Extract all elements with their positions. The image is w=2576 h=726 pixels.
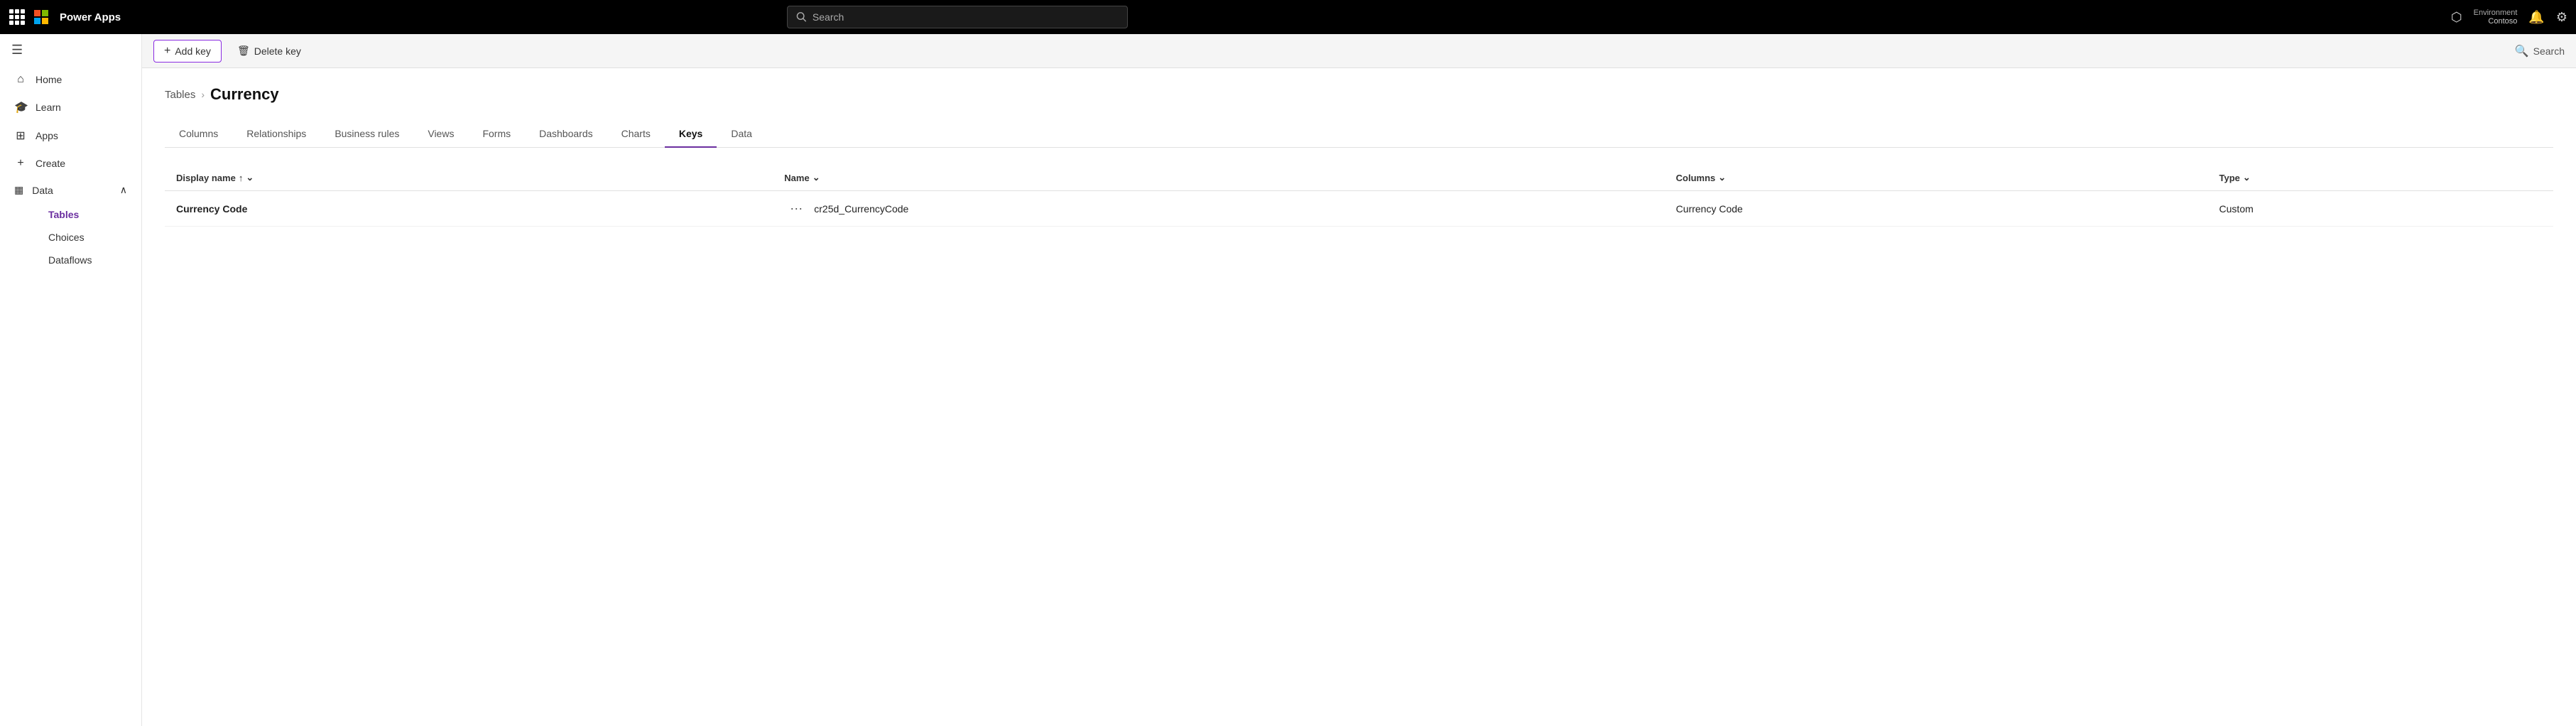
sidebar-item-choices[interactable]: Choices: [37, 226, 141, 249]
main-layout: ☰ ⌂ Home 🎓 Learn ⊞ Apps + Create ▦ Data …: [0, 34, 2576, 726]
waffle-menu[interactable]: [9, 9, 26, 26]
sidebar-item-dataflows[interactable]: Dataflows: [37, 249, 141, 271]
sidebar-item-learn[interactable]: 🎓 Learn: [0, 93, 141, 121]
col-header-display-name[interactable]: Display name ↑ ⌄: [165, 165, 773, 191]
toolbar-search-icon[interactable]: 🔍: [2515, 44, 2529, 58]
environment-block: Environment Contoso: [2474, 9, 2518, 26]
sidebar-item-data[interactable]: ▦ Data ∧: [0, 177, 141, 203]
tab-forms[interactable]: Forms: [468, 121, 525, 148]
app-title: Power Apps: [60, 11, 121, 23]
sidebar-label-home: Home: [36, 74, 62, 85]
table-row: Currency Code ··· cr25d_CurrencyCode Cur…: [165, 191, 2553, 227]
columns-sort-icon[interactable]: ⌄: [1718, 172, 1726, 183]
breadcrumb: Tables › Currency: [165, 85, 2553, 104]
apps-icon: ⊞: [14, 129, 27, 143]
sort-asc-icon: ↑: [239, 173, 244, 183]
row-options-button[interactable]: ···: [784, 200, 808, 217]
tab-columns[interactable]: Columns: [165, 121, 232, 148]
toolbar-search-label[interactable]: Search: [2533, 45, 2565, 57]
tab-charts[interactable]: Charts: [607, 121, 665, 148]
top-nav: Power Apps ⬡ Environment Contoso 🔔 ⚙: [0, 0, 2576, 34]
top-nav-right: ⬡ Environment Contoso 🔔 ⚙: [2451, 9, 2567, 26]
tab-business-rules[interactable]: Business rules: [320, 121, 413, 148]
toolbar-right: 🔍 Search: [2515, 44, 2565, 58]
delete-key-button[interactable]: 🗑 Delete key: [227, 40, 311, 61]
sidebar-item-apps[interactable]: ⊞ Apps: [0, 121, 141, 150]
sidebar-item-create[interactable]: + Create: [0, 150, 141, 177]
trash-icon: 🗑: [237, 45, 250, 57]
environment-icon[interactable]: ⬡: [2451, 10, 2462, 25]
breadcrumb-current: Currency: [210, 85, 279, 104]
breadcrumb-separator: ›: [201, 89, 205, 100]
environment-label: Environment: [2474, 9, 2518, 17]
sidebar-item-tables[interactable]: Tables: [37, 203, 141, 226]
home-icon: ⌂: [14, 73, 27, 86]
tab-dashboards[interactable]: Dashboards: [525, 121, 607, 148]
settings-icon[interactable]: ⚙: [2556, 10, 2567, 25]
cell-columns: Currency Code: [1665, 191, 2208, 227]
global-search-input[interactable]: [813, 11, 1119, 23]
chevron-up-icon: ∧: [120, 184, 127, 196]
tab-views[interactable]: Views: [413, 121, 468, 148]
search-icon: [796, 11, 807, 23]
main-content: + Add key 🗑 Delete key 🔍 Search Tables ›…: [142, 34, 2576, 726]
sort-toggle-icon[interactable]: ⌄: [246, 172, 254, 183]
learn-icon: 🎓: [14, 100, 27, 114]
create-icon: +: [14, 157, 27, 170]
notification-icon[interactable]: 🔔: [2528, 10, 2544, 25]
col-header-columns[interactable]: Columns ⌄: [1665, 165, 2208, 191]
col-header-type[interactable]: Type ⌄: [2208, 165, 2553, 191]
add-key-button[interactable]: + Add key: [153, 40, 222, 63]
page-content: Tables › Currency Columns Relationships …: [142, 68, 2576, 726]
type-sort-icon[interactable]: ⌄: [2243, 172, 2251, 183]
sidebar-toggle[interactable]: ☰: [0, 34, 141, 66]
microsoft-logo: [34, 10, 48, 24]
tab-relationships[interactable]: Relationships: [232, 121, 320, 148]
col-header-name[interactable]: Name ⌄: [773, 165, 1664, 191]
sidebar-label-create: Create: [36, 158, 65, 169]
sidebar-label-learn: Learn: [36, 102, 61, 113]
keys-table: Display name ↑ ⌄ Name ⌄: [165, 165, 2553, 227]
sidebar-label-data: Data: [32, 185, 53, 196]
cell-ellipsis: ··· cr25d_CurrencyCode: [773, 191, 1664, 226]
sidebar-data-sub: Tables Choices Dataflows: [0, 203, 141, 271]
tab-keys[interactable]: Keys: [665, 121, 717, 148]
name-sort-icon[interactable]: ⌄: [813, 172, 820, 183]
sidebar: ☰ ⌂ Home 🎓 Learn ⊞ Apps + Create ▦ Data …: [0, 34, 142, 726]
tabs: Columns Relationships Business rules Vie…: [165, 121, 2553, 148]
data-icon: ▦: [14, 184, 23, 196]
toolbar: + Add key 🗑 Delete key 🔍 Search: [142, 34, 2576, 68]
cell-display-name: Currency Code: [165, 191, 773, 227]
cell-type: Custom: [2208, 191, 2553, 227]
breadcrumb-parent[interactable]: Tables: [165, 89, 195, 101]
sidebar-label-apps: Apps: [36, 130, 58, 141]
sidebar-item-home[interactable]: ⌂ Home: [0, 66, 141, 93]
plus-icon: +: [164, 45, 170, 58]
tab-data[interactable]: Data: [717, 121, 766, 148]
global-search-box[interactable]: [787, 6, 1128, 28]
environment-name: Contoso: [2488, 17, 2517, 26]
